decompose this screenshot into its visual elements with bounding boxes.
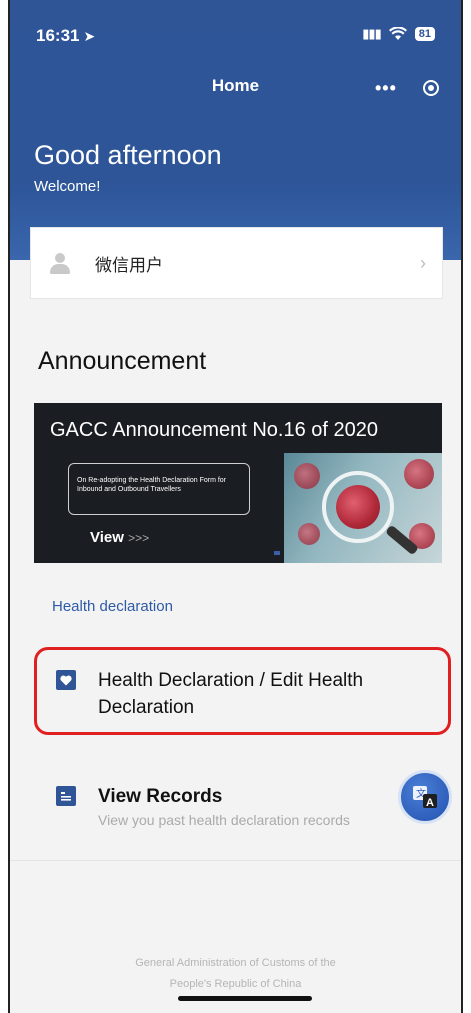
announcement-title: Announcement — [38, 347, 207, 375]
chevron-right-icon: › — [420, 252, 426, 273]
cellular-signal-icon: ▮▮▮ — [362, 26, 381, 41]
wifi-icon — [388, 27, 407, 40]
footer: General Administration of Customs of the… — [10, 953, 461, 995]
health-declaration-item[interactable]: Health Declaration / Edit Health Declara… — [10, 650, 461, 740]
banner-view-label: View — [90, 529, 124, 546]
greeting-text: Good afternoon — [34, 140, 222, 170]
nav-bar: Home ••• — [10, 70, 461, 106]
banner-view-link[interactable]: View >>> — [90, 529, 149, 546]
heart-icon — [56, 670, 76, 690]
status-bar: 16:31 ➤ ▮▮▮ 81 — [10, 0, 461, 70]
battery-indicator: 81 — [414, 27, 435, 41]
view-records-item[interactable]: View Records View you past health declar… — [10, 778, 461, 848]
view-records-subtitle: View you past health declaration records — [98, 812, 350, 828]
user-name: 微信用户 — [95, 255, 163, 276]
translate-icon[interactable]: 文 A — [398, 770, 452, 824]
status-time: 16:31 ➤ — [36, 26, 95, 46]
welcome-text: Welcome! — [34, 178, 101, 195]
banner-description: On Re-adopting the Health Declaration Fo… — [68, 463, 250, 515]
announcement-banner[interactable]: GACC Announcement No.16 of 2020 On Re-ad… — [34, 403, 442, 563]
home-indicator — [178, 996, 312, 1001]
more-dots-icon[interactable]: ••• — [375, 78, 397, 99]
location-arrow-icon: ➤ — [83, 28, 96, 44]
virus-illustration — [284, 453, 442, 563]
banner-title: GACC Announcement No.16 of 2020 — [50, 419, 378, 441]
divider — [10, 860, 461, 861]
footer-line-2: People's Republic of China — [169, 977, 302, 990]
status-indicators: ▮▮▮ 81 — [362, 26, 435, 42]
banner-view-chevrons: >>> — [128, 531, 150, 545]
view-records-label: View Records — [98, 786, 223, 807]
carousel-indicator — [274, 551, 280, 555]
health-declaration-section-label: Health declaration — [52, 598, 173, 615]
status-time-text: 16:31 — [36, 26, 80, 45]
user-avatar-icon — [47, 250, 73, 276]
target-circle-icon[interactable] — [423, 80, 439, 96]
health-declaration-label: Health Declaration / Edit Health Declara… — [98, 670, 364, 718]
records-list-icon — [56, 786, 76, 806]
phone-screen: 16:31 ➤ ▮▮▮ 81 Home ••• Good afternoon We… — [8, 0, 463, 1013]
magnifier-icon — [322, 471, 394, 543]
user-card[interactable]: 微信用户 › — [30, 227, 443, 299]
mini-program-capsule: ••• — [363, 72, 451, 104]
svg-text:A: A — [426, 797, 434, 809]
footer-line-1: General Administration of Customs of the — [135, 957, 336, 969]
